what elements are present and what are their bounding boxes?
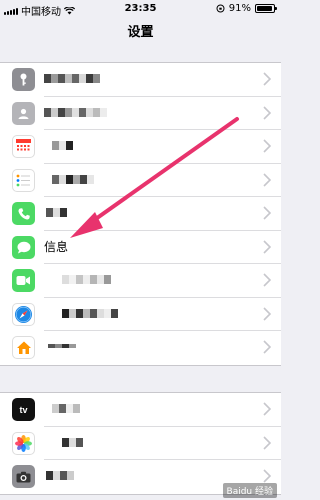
chevron-right-icon — [263, 435, 271, 450]
settings-row-calendar[interactable] — [0, 130, 281, 164]
messages-icon — [12, 235, 35, 259]
battery-percent: 91% — [228, 3, 251, 14]
settings-row-contacts[interactable] — [0, 97, 281, 131]
calendar-icon — [12, 135, 35, 158]
chevron-right-icon — [263, 139, 271, 153]
safari-icon — [12, 302, 35, 326]
facetime-icon — [12, 269, 35, 292]
settings-row-tv[interactable]: tv — [0, 393, 281, 427]
blurred-label — [52, 174, 94, 184]
blurred-label — [62, 308, 118, 318]
nav-bar: 设置 — [0, 18, 281, 48]
blurred-label — [48, 344, 76, 348]
tv-icon-text: tv — [19, 404, 28, 415]
settings-row-photos[interactable] — [0, 427, 281, 461]
settings-row-safari[interactable] — [0, 298, 281, 332]
settings-row-reminders[interactable] — [0, 164, 281, 198]
blurred-label — [62, 437, 83, 447]
settings-row-label: 信息 — [44, 239, 69, 254]
contacts-icon — [12, 101, 35, 125]
status-bar: 中国移动 23:35 91% — [0, 0, 281, 18]
settings-row-messages[interactable]: 信息 — [0, 231, 281, 265]
chevron-right-icon — [263, 306, 271, 321]
phone-icon — [12, 202, 35, 225]
blurred-label — [46, 471, 74, 480]
photos-icon — [12, 431, 35, 455]
battery-fill — [257, 6, 272, 11]
settings-row-phone[interactable] — [0, 197, 281, 231]
chevron-right-icon — [263, 239, 271, 254]
chevron-right-icon — [263, 273, 271, 287]
chevron-right-icon — [263, 105, 271, 120]
settings-row-home[interactable] — [0, 331, 281, 365]
settings-row-facetime[interactable] — [0, 264, 281, 298]
rotation-lock-icon — [216, 4, 225, 13]
blurred-label — [44, 107, 107, 117]
blurred-label — [52, 404, 80, 413]
page-title: 设置 — [127, 25, 154, 40]
settings-group-media: tv — [0, 392, 281, 495]
chevron-right-icon — [263, 72, 271, 86]
blurred-label — [46, 208, 67, 217]
battery-area: 91% — [216, 3, 277, 14]
watermark: Baidu 经验 — [222, 483, 277, 498]
tv-icon: tv — [12, 398, 35, 421]
chevron-right-icon — [263, 402, 271, 416]
chevron-right-icon — [263, 206, 271, 220]
key-icon — [12, 68, 35, 91]
home-icon — [12, 336, 35, 359]
blurred-label — [44, 74, 100, 83]
chevron-right-icon — [263, 172, 271, 187]
blurred-label — [52, 141, 73, 150]
blurred-label — [62, 275, 111, 284]
camera-icon — [12, 465, 35, 488]
reminders-icon — [12, 168, 35, 192]
chevron-right-icon — [263, 340, 271, 354]
chevron-right-icon — [263, 469, 271, 483]
settings-row-passwords[interactable] — [0, 63, 281, 97]
battery-icon — [255, 4, 277, 13]
settings-group-apps: 信息 — [0, 62, 281, 366]
